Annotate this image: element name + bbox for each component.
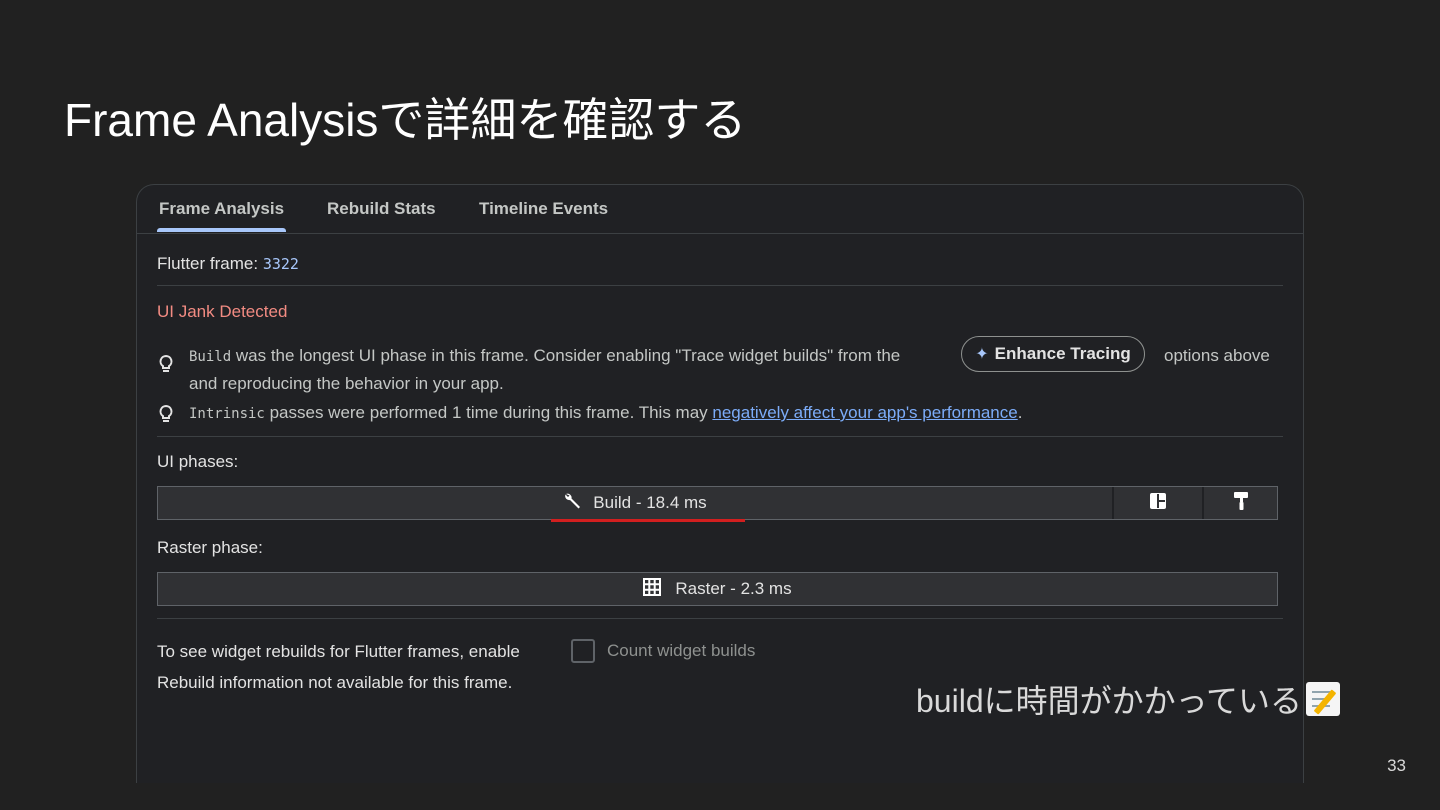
active-tab-indicator [157, 228, 286, 232]
build-phase-segment[interactable]: Build - 18.4 ms [158, 487, 1112, 519]
hint-build-line2: and reproducing the behavior in your app… [189, 374, 504, 393]
page-number: 33 [1387, 756, 1406, 775]
paint-phase-segment[interactable] [1202, 487, 1277, 519]
slide-caption: buildに時間がかかっている [916, 676, 1341, 722]
ui-phases-bar: Build - 18.4 ms [157, 486, 1278, 520]
tab-timeline-events[interactable]: Timeline Events [479, 199, 608, 219]
tab-rebuild-stats[interactable]: Rebuild Stats [327, 199, 436, 219]
divider [157, 285, 1283, 286]
ui-phases-label: UI phases: [157, 452, 239, 471]
raster-phase-segment[interactable]: Raster - 2.3 ms [158, 573, 1277, 605]
build-highlight-underline [551, 519, 745, 522]
hint-build-options-above: options above [1164, 346, 1270, 365]
tab-frame-analysis[interactable]: Frame Analysis [159, 199, 284, 219]
layout-phase-segment[interactable] [1112, 487, 1202, 519]
grid-icon [643, 577, 662, 601]
raster-phase-label: Raster phase: [157, 538, 263, 557]
performance-link[interactable]: negatively affect your app's performance [712, 403, 1017, 422]
build-phase-label: Build - 18.4 ms [593, 493, 707, 512]
hint-build-code: Build [189, 349, 232, 365]
paint-roller-icon [1232, 491, 1250, 516]
caption-text: buildに時間がかかっている [916, 683, 1303, 719]
divider [157, 436, 1283, 437]
hint-intrinsic-end: . [1017, 403, 1023, 422]
flutter-frame-row: Flutter frame: 3322 [157, 254, 299, 274]
memo-icon [1306, 682, 1341, 716]
wrench-icon [563, 491, 583, 516]
lightbulb-icon [159, 354, 173, 378]
enhance-tracing-label: Enhance Tracing [994, 344, 1131, 363]
rebuild-not-available: Rebuild information not available for th… [157, 673, 513, 692]
raster-phase-bar: Raster - 2.3 ms [157, 572, 1278, 606]
slide-title: Frame Analysisで詳細を確認する [64, 94, 747, 146]
divider [157, 618, 1283, 619]
lightbulb-icon [159, 404, 173, 428]
hint-build-text: was the longest UI phase in this frame. … [231, 346, 901, 365]
layout-icon [1149, 492, 1167, 515]
enhance-tracing-button[interactable]: ✦ Enhance Tracing [961, 336, 1145, 372]
count-widget-builds-checkbox[interactable] [571, 639, 595, 663]
hint-intrinsic-code: Intrinsic [189, 406, 265, 422]
raster-phase-label-text: Raster - 2.3 ms [675, 579, 792, 598]
count-widget-builds-label[interactable]: Count widget builds [607, 641, 755, 661]
sparkle-icon: ✦ [975, 346, 989, 363]
hint-intrinsic: Intrinsic passes were performed 1 time d… [189, 403, 1022, 423]
flutter-frame-number: 3322 [262, 255, 299, 273]
hint-build: Build was the longest UI phase in this f… [189, 346, 900, 366]
tab-bar: Frame Analysis Rebuild Stats Timeline Ev… [137, 185, 1303, 234]
rebuild-instructions: To see widget rebuilds for Flutter frame… [157, 642, 520, 661]
jank-title: UI Jank Detected [157, 302, 288, 321]
hint-intrinsic-text: passes were performed 1 time during this… [264, 403, 713, 422]
flutter-frame-label: Flutter frame: [157, 254, 259, 273]
